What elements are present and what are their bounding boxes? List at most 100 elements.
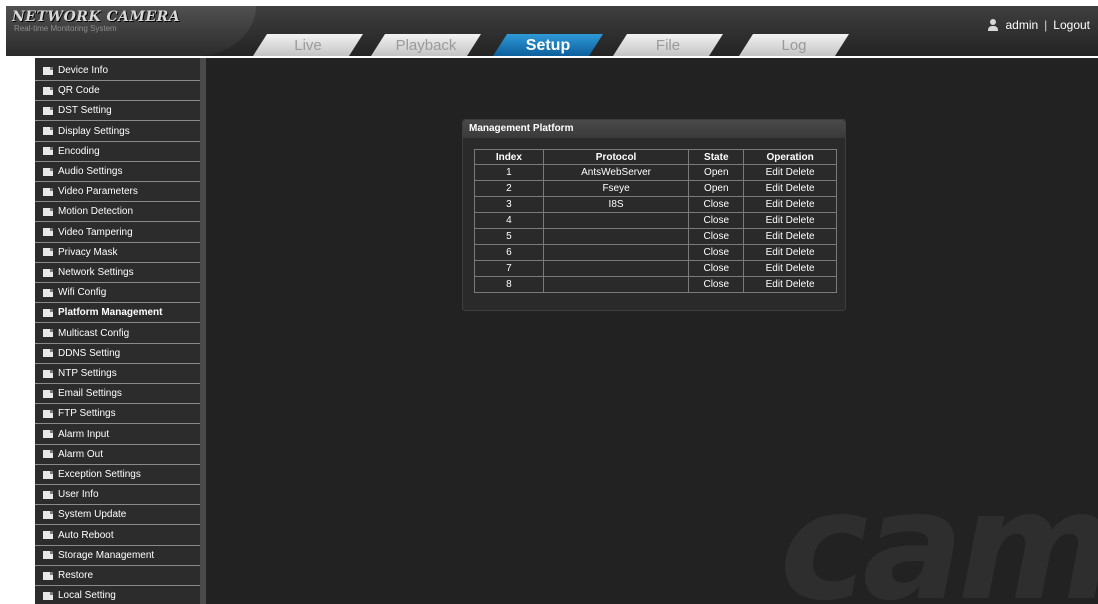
cell-protocol — [542, 276, 690, 293]
cell-protocol — [542, 228, 690, 245]
cell-protocol — [542, 260, 690, 277]
cell-operation[interactable]: Edit Delete — [743, 228, 837, 245]
table-row: 4 Close Edit Delete — [474, 212, 837, 229]
app-window: NETWORK CAMERA Real-time Monitoring Syst… — [0, 0, 1098, 604]
document-icon — [43, 288, 53, 297]
document-icon — [43, 490, 53, 499]
tab-live[interactable]: Live — [253, 34, 363, 56]
watermark: cam — [779, 460, 1098, 604]
sidebar-item-label: DDNS Setting — [58, 347, 121, 359]
sidebar-item-label: Alarm Out — [58, 448, 104, 460]
document-icon — [43, 268, 53, 277]
tab-playback[interactable]: Playback — [371, 34, 481, 56]
cell-operation[interactable]: Edit Delete — [743, 244, 837, 261]
sidebar-item-display-settings[interactable]: Display Settings — [35, 122, 200, 142]
document-icon — [43, 248, 53, 257]
cell-protocol — [542, 212, 690, 229]
cell-state: Close — [688, 244, 745, 261]
tab-file[interactable]: File — [613, 34, 723, 56]
cell-operation[interactable]: Edit Delete — [743, 164, 837, 181]
user-icon — [987, 19, 999, 31]
document-icon — [43, 127, 53, 136]
column-header-protocol: Protocol — [542, 149, 690, 165]
logo: NETWORK CAMERA Real-time Monitoring Syst… — [6, 6, 256, 56]
table-row: 2 Fseye Open Edit Delete — [474, 180, 837, 197]
sidebar-item-label: Alarm Input — [58, 428, 110, 440]
document-icon — [43, 308, 53, 317]
document-icon — [43, 207, 53, 216]
sidebar-item-motion-detection[interactable]: Motion Detection — [35, 202, 200, 223]
cell-operation[interactable]: Edit Delete — [743, 180, 837, 197]
main-content: cam Management Platform Index Protocol S… — [206, 58, 1098, 604]
sidebar-item-device-info[interactable]: Device Info — [35, 61, 200, 81]
table-row: 8 Close Edit Delete — [474, 276, 837, 293]
sidebar-item-label: QR Code — [58, 85, 100, 97]
sidebar-item-label: Audio Settings — [58, 166, 123, 177]
sidebar-item-label: Device Info — [58, 65, 109, 76]
sidebar-item-storage-management[interactable]: Storage Management — [35, 546, 200, 566]
table-row: 1 AntsWebServer Open Edit Delete — [474, 164, 837, 181]
document-icon — [43, 369, 53, 378]
sidebar-item-privacy-mask[interactable]: Privacy Mask — [35, 243, 200, 263]
tab-log[interactable]: Log — [739, 34, 849, 56]
sidebar-item-system-update[interactable]: System Update — [35, 505, 200, 526]
sidebar-item-ddns-setting[interactable]: DDNS Setting — [35, 344, 200, 364]
cell-state: Open — [688, 180, 745, 197]
cell-operation[interactable]: Edit Delete — [743, 260, 837, 277]
sidebar-item-network-settings[interactable]: Network Settings — [35, 263, 200, 283]
user-area: admin | Logout — [987, 18, 1090, 32]
sidebar-item-video-tampering[interactable]: Video Tampering — [35, 223, 200, 243]
tab-setup[interactable]: Setup — [493, 34, 603, 56]
sidebar-item-label: Video Tampering — [58, 226, 133, 238]
sidebar-item-label: Exception Settings — [58, 469, 141, 480]
logout-link[interactable]: Logout — [1053, 18, 1090, 32]
sidebar-item-alarm-out[interactable]: Alarm Out — [35, 445, 200, 465]
sidebar-item-platform-management[interactable]: Platform Management — [35, 303, 200, 324]
sidebar-item-local-setting[interactable]: Local Setting — [35, 586, 200, 604]
sidebar-item-audio-settings[interactable]: Audio Settings — [35, 162, 200, 182]
management-platform-panel: Management Platform Index Protocol State… — [462, 119, 846, 311]
sidebar-item-label: Local Setting — [58, 590, 116, 602]
cell-state: Close — [688, 212, 745, 229]
document-icon — [43, 551, 53, 560]
sidebar-item-label: NTP Settings — [58, 368, 117, 379]
document-icon — [43, 450, 53, 459]
sidebar-item-label: Display Settings — [58, 125, 130, 137]
cell-protocol — [542, 244, 690, 261]
cell-operation[interactable]: Edit Delete — [743, 212, 837, 229]
sidebar-item-ntp-settings[interactable]: NTP Settings — [35, 364, 200, 384]
sidebar-item-label: Wifi Config — [58, 287, 107, 299]
sidebar-item-wifi-config[interactable]: Wifi Config — [35, 283, 200, 304]
sidebar-item-qr-code[interactable]: QR Code — [35, 81, 200, 102]
cell-index: 2 — [474, 180, 544, 197]
platform-table: Index Protocol State Operation 1 AntsWebS… — [474, 149, 837, 293]
logo-subtitle: Real-time Monitoring System — [14, 24, 117, 33]
sidebar-item-dst-setting[interactable]: DST Setting — [35, 101, 200, 122]
document-icon — [43, 106, 53, 115]
document-icon — [43, 147, 53, 156]
sidebar-item-encoding[interactable]: Encoding — [35, 142, 200, 162]
sidebar-item-label: Email Settings — [58, 388, 122, 400]
sidebar-item-alarm-input[interactable]: Alarm Input — [35, 425, 200, 445]
sidebar-item-ftp-settings[interactable]: FTP Settings — [35, 404, 200, 425]
sidebar-item-multicast-config[interactable]: Multicast Config — [35, 324, 200, 344]
sidebar-item-video-parameters[interactable]: Video Parameters — [35, 182, 200, 203]
username: admin — [1005, 18, 1039, 32]
sidebar-item-user-info[interactable]: User Info — [35, 485, 200, 506]
cell-protocol: Fseye — [542, 180, 690, 197]
cell-operation[interactable]: Edit Delete — [743, 276, 837, 293]
sidebar: Device Info QR Code DST Setting Display Set… — [35, 58, 200, 604]
table-row: 3 I8S Close Edit Delete — [474, 196, 837, 213]
sidebar-item-restore[interactable]: Restore — [35, 566, 200, 586]
cell-index: 4 — [474, 212, 544, 229]
document-icon — [43, 228, 53, 237]
document-icon — [43, 167, 53, 176]
cell-state: Close — [688, 228, 745, 245]
sidebar-item-auto-reboot[interactable]: Auto Reboot — [35, 526, 200, 546]
sidebar-item-exception-settings[interactable]: Exception Settings — [35, 465, 200, 485]
cell-operation[interactable]: Edit Delete — [743, 196, 837, 213]
sidebar-item-label: User Info — [58, 489, 99, 501]
sidebar-item-label: Platform Management — [58, 307, 163, 319]
document-icon — [43, 329, 53, 338]
sidebar-item-email-settings[interactable]: Email Settings — [35, 384, 200, 405]
